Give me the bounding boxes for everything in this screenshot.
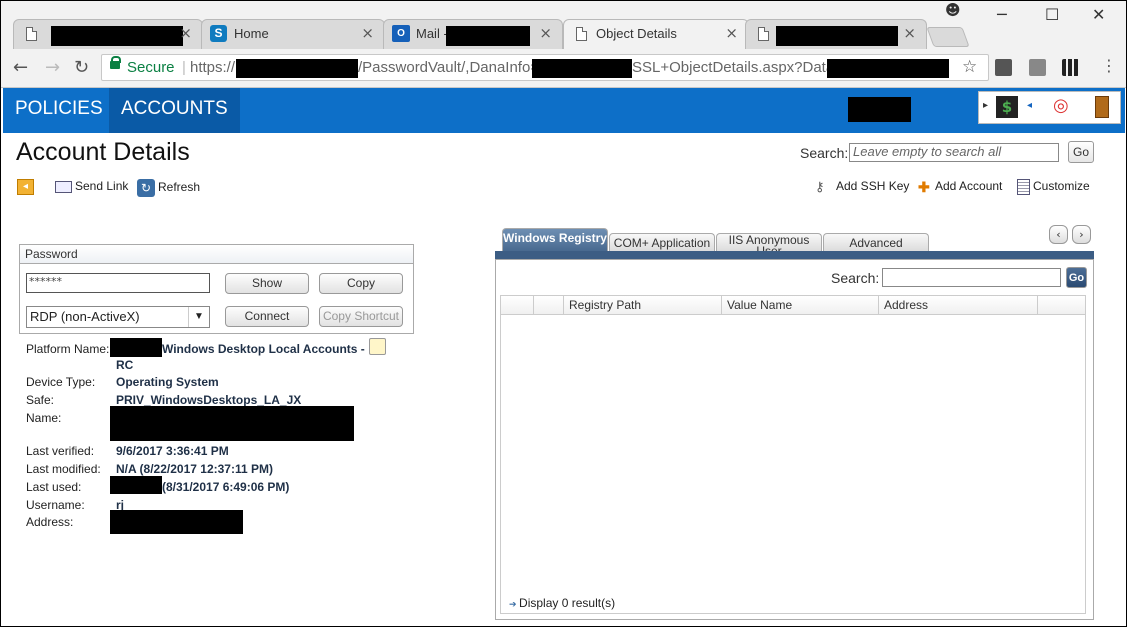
screenshot-border: [0, 0, 1127, 627]
